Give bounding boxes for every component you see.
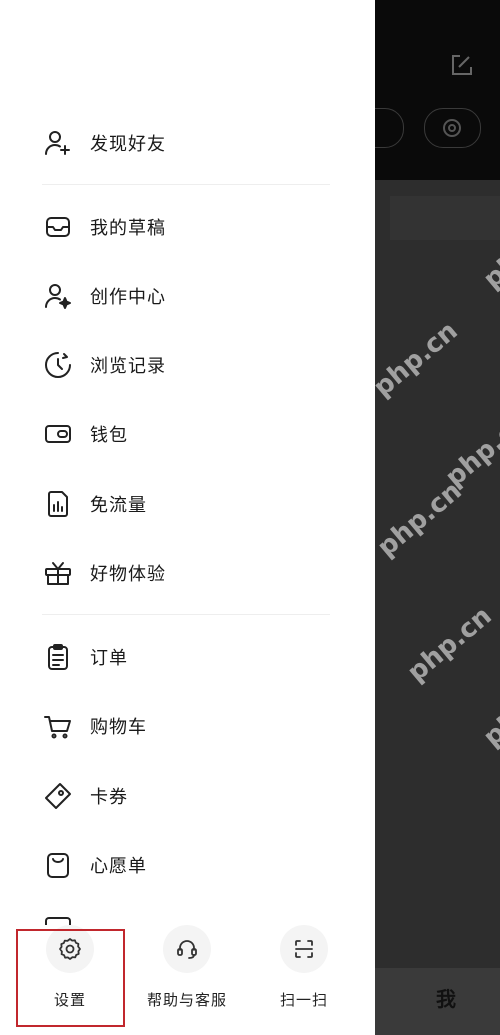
wallet-icon xyxy=(42,418,74,450)
menu-item-label: 免流量 xyxy=(90,495,147,516)
menu-item-orders[interactable]: 订单 xyxy=(0,631,375,683)
drafts-inbox-icon xyxy=(42,211,74,243)
side-drawer: 发现好友 我的草稿 创作中心 浏览记录 钱包 免流量 好物体验 订单 购物车 卡… xyxy=(0,0,375,1035)
background-card xyxy=(360,180,500,970)
menu-item-coupons[interactable]: 卡券 xyxy=(0,770,375,822)
scan-icon xyxy=(280,925,328,973)
menu-item-data-free[interactable]: 免流量 xyxy=(0,478,375,530)
background-tabbar xyxy=(360,968,500,1035)
background-settings-pill xyxy=(424,108,481,148)
menu-item-label: 卡券 xyxy=(90,787,128,808)
partial-menu-icon xyxy=(45,917,71,925)
help-support-button[interactable]: 帮助与客服 xyxy=(145,925,229,1010)
creator-center-icon xyxy=(42,280,74,312)
data-free-icon xyxy=(42,488,74,520)
history-clock-icon xyxy=(42,349,74,381)
menu-item-cart[interactable]: 购物车 xyxy=(0,700,375,752)
menu-item-drafts[interactable]: 我的草稿 xyxy=(0,201,375,253)
menu-item-label: 订单 xyxy=(90,648,128,669)
divider xyxy=(42,184,330,185)
menu-item-label: 我的草稿 xyxy=(90,218,166,239)
gift-icon xyxy=(42,557,74,589)
menu-item-history[interactable]: 浏览记录 xyxy=(0,339,375,391)
scan-button[interactable]: 扫一扫 xyxy=(280,925,328,1010)
menu-item-label: 心愿单 xyxy=(90,856,147,877)
menu-item-product-trial[interactable]: 好物体验 xyxy=(0,547,375,599)
headset-icon xyxy=(163,925,211,973)
scan-label: 扫一扫 xyxy=(280,991,329,1009)
wishlist-bag-icon xyxy=(42,849,74,881)
cart-icon xyxy=(42,710,74,742)
tab-me-label: 我 xyxy=(436,987,456,1011)
menu-item-label: 钱包 xyxy=(90,425,128,446)
menu-item-label: 创作中心 xyxy=(90,287,166,308)
menu-item-label: 购物车 xyxy=(90,717,147,738)
menu-item-wallet[interactable]: 钱包 xyxy=(0,408,375,460)
menu-item-find-friends[interactable]: 发现好友 xyxy=(0,117,375,169)
order-clipboard-icon xyxy=(42,641,74,673)
divider xyxy=(42,614,330,615)
help-support-label: 帮助与客服 xyxy=(146,991,227,1009)
menu-item-wishlist[interactable]: 心愿单 xyxy=(0,839,375,891)
menu-item-creator-center[interactable]: 创作中心 xyxy=(0,270,375,322)
menu-item-label: 发现好友 xyxy=(90,134,166,155)
add-friend-icon xyxy=(42,127,74,159)
coupon-tag-icon xyxy=(42,780,74,812)
settings-highlight-box xyxy=(16,929,125,1027)
menu-item-label: 好物体验 xyxy=(90,564,166,585)
background-card-inner xyxy=(390,196,500,240)
menu-item-label: 浏览记录 xyxy=(90,356,166,377)
edit-icon xyxy=(446,50,476,80)
